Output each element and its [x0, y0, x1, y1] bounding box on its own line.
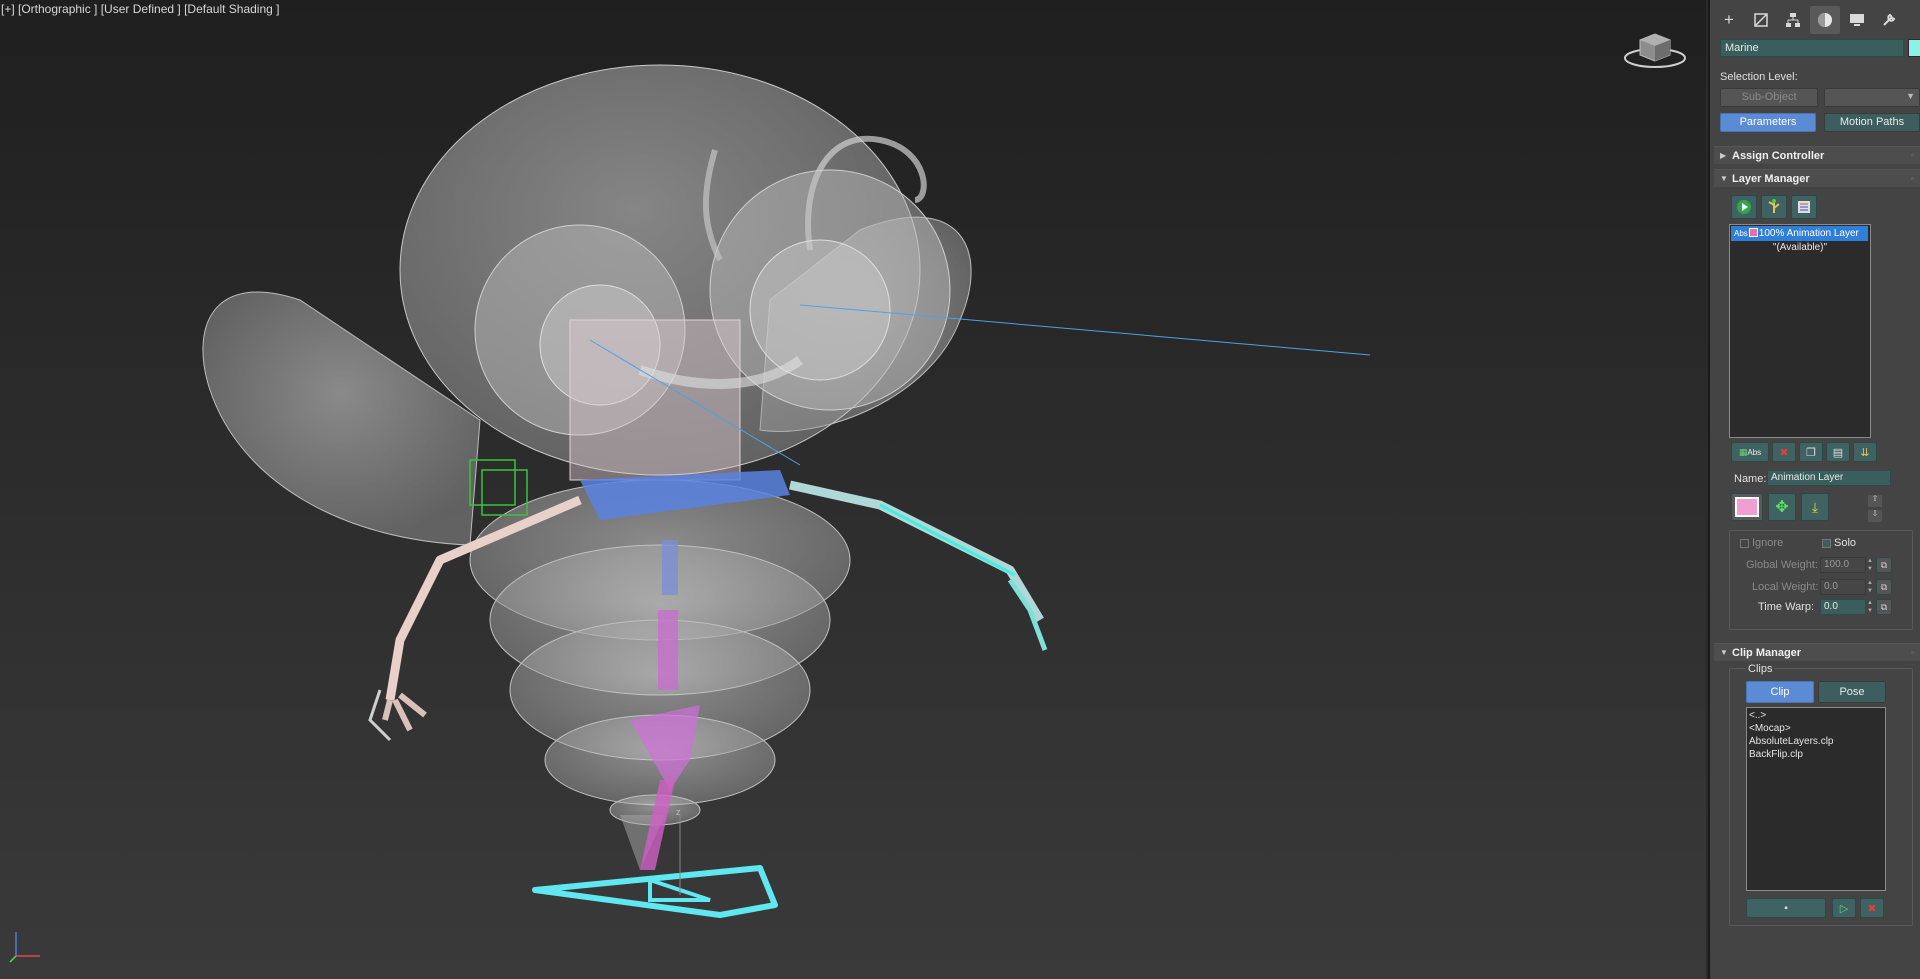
collapse-arrow-icon: ▼: [1720, 648, 1728, 657]
chevron-down-icon: ▼: [1906, 91, 1915, 101]
global-weight-label: Global Weight:: [1746, 559, 1818, 571]
curve-edit-icon[interactable]: ⧉: [1876, 579, 1892, 595]
command-panel: + Marine Selection Level: Sub-Object ▼ P…: [1708, 0, 1920, 979]
spinner-icon[interactable]: ▲ ▼: [1866, 599, 1874, 615]
clip-list[interactable]: <..> <Mocap> AbsoluteLayers.clp BackFlip…: [1746, 707, 1886, 891]
solo-label: Solo: [1834, 537, 1857, 549]
motion-paths-button[interactable]: Motion Paths: [1824, 113, 1920, 132]
layer-name-field[interactable]: Animation Layer: [1767, 470, 1891, 486]
clip-tab[interactable]: Clip: [1746, 681, 1814, 703]
hierarchy-tab-icon[interactable]: [1778, 6, 1808, 34]
layer-abs-badge: Abs: [1734, 229, 1748, 238]
clips-group-label: Clips: [1746, 663, 1775, 675]
rollout-pin-icon[interactable]: ▫: [1911, 147, 1914, 165]
rollout-pin-icon[interactable]: ▫: [1911, 170, 1914, 188]
curve-edit-icon[interactable]: ⧉: [1876, 599, 1892, 615]
layer-manager-title: Layer Manager: [1732, 173, 1810, 185]
display-tab-icon[interactable]: [1842, 6, 1872, 34]
list-item[interactable]: <..>: [1749, 710, 1766, 721]
parameters-button[interactable]: Parameters: [1720, 113, 1816, 132]
pose-tab[interactable]: Pose: [1818, 681, 1886, 703]
tree-icon[interactable]: [1761, 195, 1787, 219]
time-warp-field[interactable]: 0.0: [1820, 599, 1866, 615]
expand-arrow-icon: ▶: [1720, 151, 1727, 160]
list-edit-icon[interactable]: [1791, 195, 1817, 219]
new-layer-label: Abs: [1747, 447, 1762, 457]
command-panel-tabs: +: [1710, 6, 1920, 34]
layer-color-swatch: [1748, 228, 1758, 237]
name-label: Name:: [1734, 473, 1767, 485]
assign-controller-title: Assign Controller: [1732, 150, 1825, 162]
solo-checkbox[interactable]: [1822, 539, 1831, 548]
time-warp-label: Time Warp:: [1758, 601, 1815, 613]
copy-icon[interactable]: ❐: [1799, 442, 1823, 462]
character-model[interactable]: z: [0, 0, 1706, 979]
collapse-layer-icon[interactable]: ⤓: [1801, 493, 1829, 521]
layer-manager-rollout[interactable]: ▼ Layer Manager ▫: [1714, 169, 1920, 187]
spinner-icon[interactable]: ▲ ▼: [1866, 579, 1874, 595]
new-layer-icon: ▦: [1738, 446, 1748, 457]
local-weight-field[interactable]: 0.0: [1820, 579, 1866, 595]
new-abs-layer-button[interactable]: ▦ Abs: [1731, 442, 1769, 462]
object-color-swatch[interactable]: [1908, 39, 1920, 57]
layer-row[interactable]: Abs 100% Animation Layer: [1731, 226, 1868, 241]
viewcube-icon[interactable]: [1620, 25, 1690, 75]
clip-manager-rollout[interactable]: ▼ Clip Manager ▫: [1714, 643, 1920, 661]
global-weight-field[interactable]: 100.0: [1820, 557, 1866, 573]
curve-edit-icon[interactable]: ⧉: [1876, 557, 1892, 573]
layer-color-swatch: [1735, 497, 1759, 517]
move-layer-icon[interactable]: ✥: [1768, 493, 1796, 521]
delete-icon[interactable]: ✖: [1772, 442, 1796, 462]
save-clip-icon[interactable]: ▪: [1746, 898, 1826, 918]
clip-manager-title: Clip Manager: [1732, 647, 1802, 659]
svg-text:z: z: [676, 807, 681, 817]
local-weight-label: Local Weight:: [1752, 581, 1819, 593]
layer-color-button[interactable]: [1731, 493, 1763, 521]
spinner-icon[interactable]: ▲ ▼: [1866, 557, 1874, 573]
play-icon[interactable]: [1731, 195, 1757, 219]
motion-tab-icon[interactable]: [1810, 6, 1840, 34]
ignore-checkbox[interactable]: [1740, 539, 1749, 548]
rollout-pin-icon[interactable]: ▫: [1911, 644, 1914, 662]
collapse-icon[interactable]: ⇊: [1853, 442, 1877, 462]
utilities-tab-icon[interactable]: [1874, 6, 1904, 34]
move-up-icon[interactable]: ⇧: [1868, 495, 1882, 507]
sub-object-dropdown[interactable]: ▼: [1824, 88, 1920, 107]
layer-available-slot[interactable]: "(Available)": [1730, 242, 1870, 253]
list-item[interactable]: <Mocap>: [1749, 723, 1791, 734]
paste-icon[interactable]: ▤: [1826, 442, 1850, 462]
axis-tripod-icon: [9, 932, 40, 963]
viewport-label[interactable]: [+] [Orthographic ] [User Defined ] [Def…: [1, 2, 279, 16]
collapse-arrow-icon: ▼: [1720, 174, 1728, 183]
move-down-icon[interactable]: ⇩: [1868, 510, 1882, 522]
create-tab-icon[interactable]: +: [1714, 6, 1744, 34]
layer-name: Animation Layer: [1786, 228, 1859, 239]
ignore-label: Ignore: [1752, 537, 1784, 549]
object-name-field[interactable]: Marine: [1720, 39, 1904, 57]
load-clip-icon[interactable]: ▷: [1832, 898, 1856, 918]
modify-tab-icon[interactable]: [1746, 6, 1776, 34]
layer-list[interactable]: Abs 100% Animation Layer "(Available)": [1729, 224, 1871, 438]
layer-weight: 100%: [1758, 228, 1785, 239]
viewport[interactable]: z [+] [Orthographic ] [User Defined ] [D…: [0, 0, 1706, 979]
assign-controller-rollout[interactable]: ▶ Assign Controller ▫: [1714, 146, 1920, 164]
list-item[interactable]: AbsoluteLayers.clp: [1749, 736, 1834, 747]
list-item[interactable]: BackFlip.clp: [1749, 749, 1803, 760]
sub-object-button[interactable]: Sub-Object: [1720, 88, 1818, 107]
delete-clip-icon[interactable]: ✖: [1860, 898, 1884, 918]
selection-level-label: Selection Level:: [1720, 71, 1798, 83]
